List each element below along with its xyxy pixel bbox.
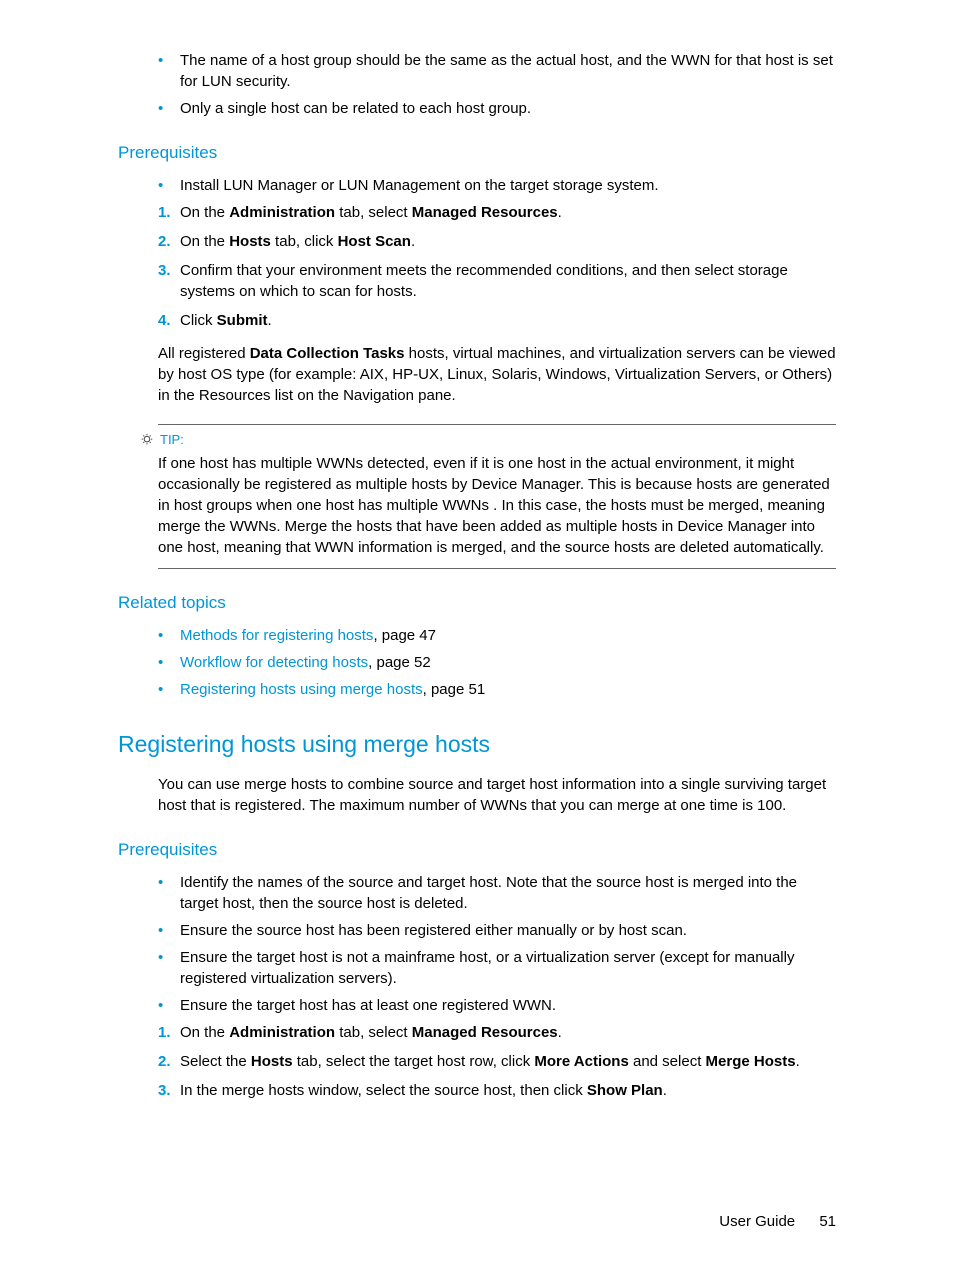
bold-text: Administration [229, 204, 335, 221]
bold-text: Hosts [251, 1053, 293, 1070]
prereq-bullets-1: Install LUN Manager or LUN Management on… [118, 175, 836, 196]
steps-list-1: On the Administration tab, select Manage… [118, 202, 836, 331]
list-item: Ensure the target host is not a mainfram… [158, 947, 836, 989]
page-footer: User Guide 51 [118, 1111, 836, 1232]
prereq-bullets-2: Identify the names of the source and tar… [118, 872, 836, 1016]
bold-text: More Actions [534, 1053, 628, 1070]
section-heading-merge-hosts: Registering hosts using merge hosts [118, 728, 836, 760]
list-item: Registering hosts using merge hosts, pag… [158, 679, 836, 700]
bold-text: Data Collection Tasks [250, 345, 405, 362]
text: . [558, 1024, 562, 1041]
text: . [796, 1053, 800, 1070]
text: On the [180, 233, 229, 250]
text: . [663, 1082, 667, 1099]
text: , page 47 [373, 627, 436, 644]
bold-text: Hosts [229, 233, 271, 250]
paragraph: You can use merge hosts to combine sourc… [158, 774, 836, 816]
text: tab, select the target host row, click [293, 1053, 535, 1070]
related-topics-list: Methods for registering hosts, page 47 W… [118, 625, 836, 700]
step-item: On the Administration tab, select Manage… [158, 202, 836, 223]
step-item: On the Hosts tab, click Host Scan. [158, 231, 836, 252]
text: , page 51 [423, 681, 486, 698]
bold-text: Submit [217, 312, 268, 329]
page-number: 51 [819, 1213, 836, 1230]
prerequisites-heading-1: Prerequisites [118, 141, 836, 165]
text: On the [180, 204, 229, 221]
text: , page 52 [368, 654, 431, 671]
tip-header: TIP: [140, 431, 836, 449]
divider [158, 568, 836, 569]
list-item: Ensure the source host has been register… [158, 920, 836, 941]
list-item: The name of a host group should be the s… [158, 50, 836, 92]
related-link-3[interactable]: Registering hosts using merge hosts [180, 681, 423, 698]
list-item: Ensure the target host has at least one … [158, 995, 836, 1016]
top-bullet-list: The name of a host group should be the s… [118, 50, 836, 119]
related-link-1[interactable]: Methods for registering hosts [180, 627, 373, 644]
text: and select [629, 1053, 706, 1070]
text: Click [180, 312, 217, 329]
text: All registered [158, 345, 250, 362]
text: On the [180, 1024, 229, 1041]
lightbulb-icon [140, 433, 154, 447]
page-content: The name of a host group should be the s… [118, 50, 836, 1232]
text: In the merge hosts window, select the so… [180, 1082, 587, 1099]
list-item: Install LUN Manager or LUN Management on… [158, 175, 836, 196]
prerequisites-heading-2: Prerequisites [118, 838, 836, 862]
bold-text: Managed Resources [412, 204, 558, 221]
list-item: Only a single host can be related to eac… [158, 98, 836, 119]
text: tab, select [335, 204, 412, 221]
text: tab, click [271, 233, 338, 250]
steps-list-2: On the Administration tab, select Manage… [118, 1022, 836, 1101]
tip-body: If one host has multiple WWNs detected, … [158, 453, 836, 558]
tip-box: TIP: If one host has multiple WWNs detec… [158, 424, 836, 569]
step-item: Select the Hosts tab, select the target … [158, 1051, 836, 1072]
tip-label: TIP: [160, 431, 184, 449]
step-item: On the Administration tab, select Manage… [158, 1022, 836, 1043]
list-item: Workflow for detecting hosts, page 52 [158, 652, 836, 673]
step-item: Confirm that your environment meets the … [158, 260, 836, 302]
divider [158, 424, 836, 425]
bold-text: Merge Hosts [706, 1053, 796, 1070]
text: . [411, 233, 415, 250]
bold-text: Administration [229, 1024, 335, 1041]
text: . [268, 312, 272, 329]
bold-text: Host Scan [338, 233, 411, 250]
step-item: Click Submit. [158, 310, 836, 331]
step-item: In the merge hosts window, select the so… [158, 1080, 836, 1101]
text: Select the [180, 1053, 251, 1070]
list-item: Methods for registering hosts, page 47 [158, 625, 836, 646]
related-topics-heading: Related topics [118, 591, 836, 615]
bold-text: Show Plan [587, 1082, 663, 1099]
text: . [558, 204, 562, 221]
footer-title: User Guide [719, 1213, 795, 1230]
list-item: Identify the names of the source and tar… [158, 872, 836, 914]
related-link-2[interactable]: Workflow for detecting hosts [180, 654, 368, 671]
text: tab, select [335, 1024, 412, 1041]
paragraph: All registered Data Collection Tasks hos… [158, 343, 836, 406]
bold-text: Managed Resources [412, 1024, 558, 1041]
